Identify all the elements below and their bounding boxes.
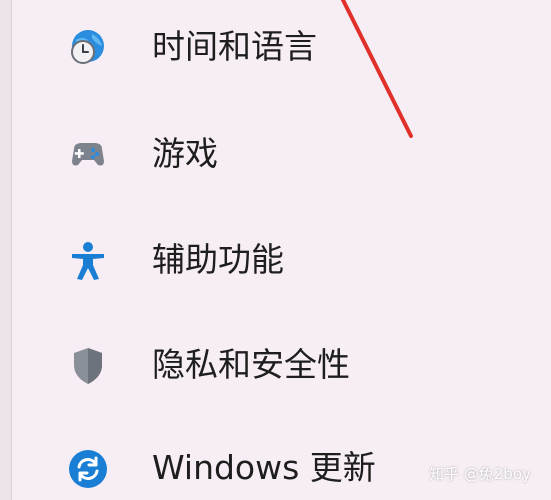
shield-icon [66,344,110,388]
globe-clock-icon [66,26,110,70]
nav-item-accessibility[interactable]: 辅助功能 [60,225,520,295]
nav-item-label: Windows 更新 [152,448,376,487]
windows-update-icon [66,447,110,491]
nav-item-privacy-security[interactable]: 隐私和安全性 [60,330,520,400]
gamepad-icon [66,133,110,177]
nav-item-label: 时间和语言 [152,27,317,66]
accessibility-icon [66,239,110,283]
nav-item-time-language[interactable]: 时间和语言 [60,12,520,82]
watermark: 知乎 @兔2boy [429,465,531,483]
nav-item-label: 游戏 [152,134,218,173]
nav-item-label: 隐私和安全性 [152,345,350,384]
nav-item-gaming[interactable]: 游戏 [60,119,520,189]
settings-nav-list: 时间和语言 游戏 辅助功能 隐私和安全性 Windows 更新 [0,0,551,500]
nav-item-label: 辅助功能 [152,240,284,279]
